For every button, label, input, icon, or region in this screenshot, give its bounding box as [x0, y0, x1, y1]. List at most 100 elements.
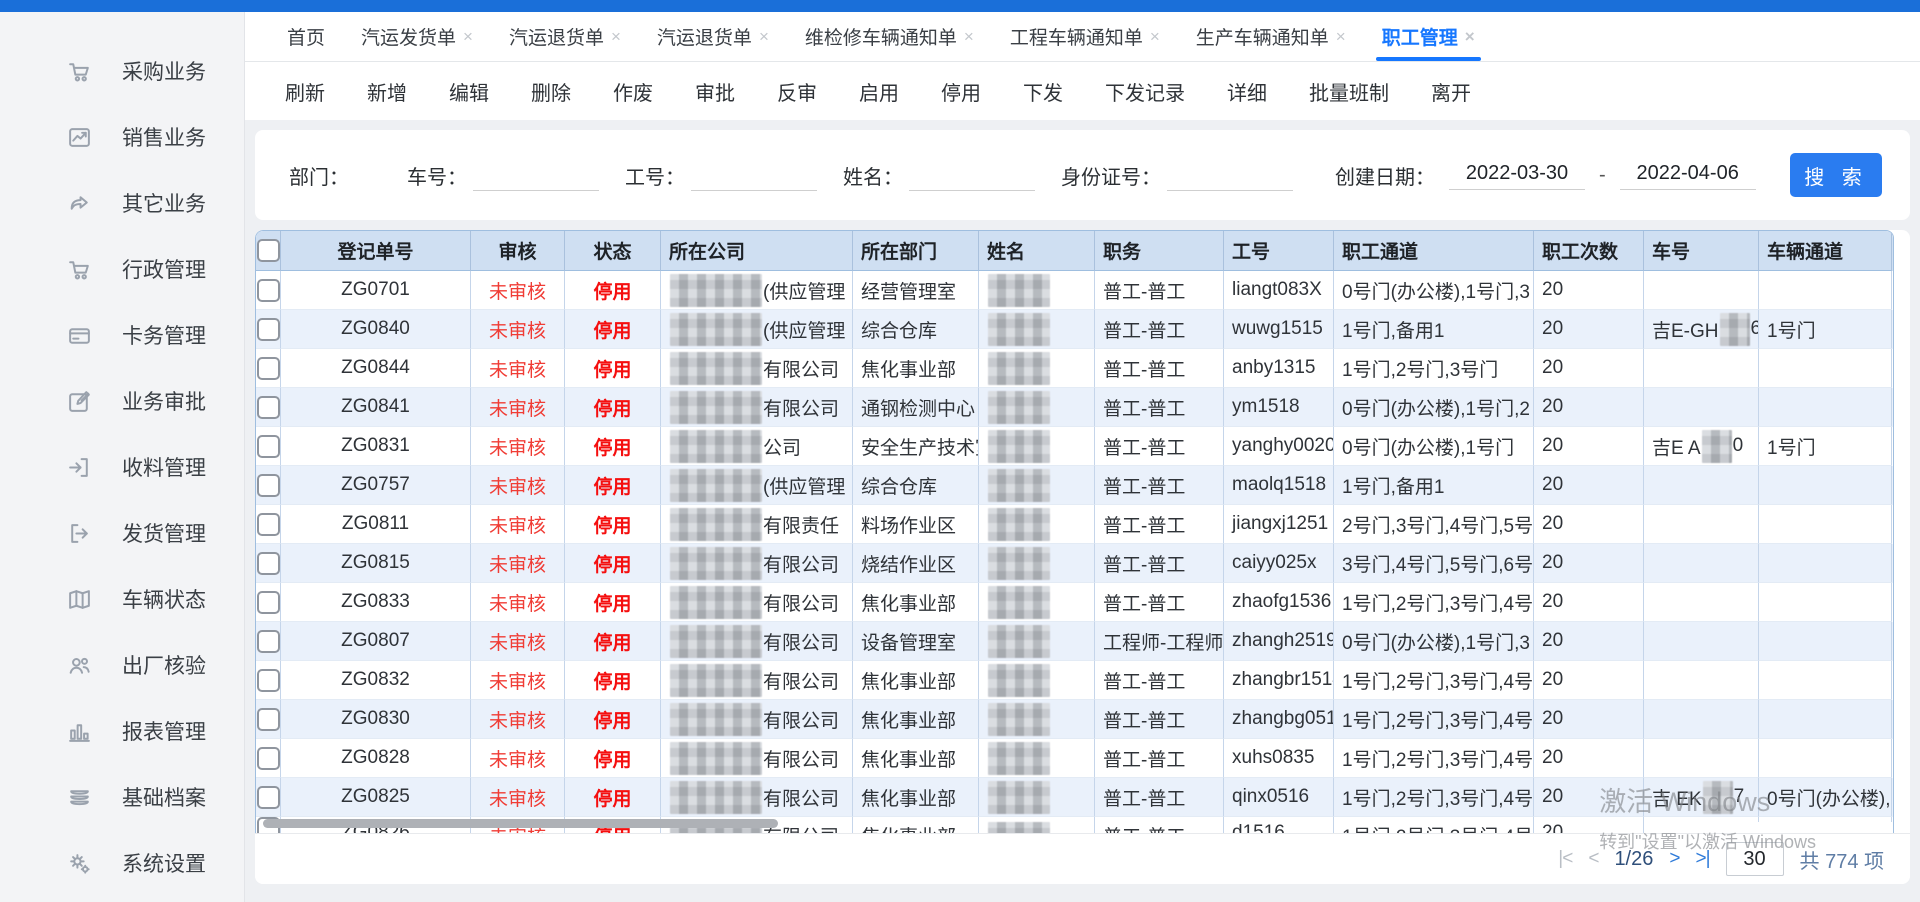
toolbar-button-8[interactable]: 启用: [859, 77, 899, 106]
tab-7[interactable]: 生产车辆通知单×: [1182, 13, 1360, 61]
redacted-content: [988, 352, 1050, 385]
redacted-content: [988, 313, 1050, 346]
trend-icon: [66, 124, 92, 150]
toolbar-button-4[interactable]: 删除: [531, 77, 571, 106]
tab-2[interactable]: 汽运发货单×: [347, 13, 487, 61]
sidebar-item-label: 报表管理: [122, 716, 206, 746]
toolbar-button-5[interactable]: 作废: [613, 77, 653, 106]
employee-table: 登记单号审核状态所在公司所在部门姓名职务工号职工通道职工次数车号车辆通道ZG07…: [255, 230, 1894, 836]
row-checkbox[interactable]: [257, 513, 280, 536]
tab-6[interactable]: 工程车辆通知单×: [996, 13, 1174, 61]
toolbar-button-7[interactable]: 反审: [777, 77, 817, 106]
sidebar-item-11[interactable]: 报表管理: [0, 698, 244, 764]
filter-field-input[interactable]: [909, 160, 1035, 191]
row-checkbox[interactable]: [257, 435, 280, 458]
sidebar-item-4[interactable]: 行政管理: [0, 236, 244, 302]
row-checkbox[interactable]: [257, 552, 280, 575]
redacted-content: [988, 703, 1050, 736]
row-checkbox[interactable]: [257, 474, 280, 497]
search-button[interactable]: 搜 索: [1790, 153, 1882, 197]
cell-workno: zhaofg1536: [1224, 583, 1334, 622]
cell-name: [979, 739, 1095, 778]
tab-3[interactable]: 汽运退货单×: [495, 13, 635, 61]
last-page-button[interactable]: >|: [1695, 848, 1709, 870]
row-checkbox[interactable]: [257, 396, 280, 419]
cell-car_channel: 1号门: [1759, 427, 1892, 466]
cell-car_channel: [1759, 817, 1892, 822]
sidebar-item-6[interactable]: 业务审批: [0, 368, 244, 434]
row-checkbox[interactable]: [257, 669, 280, 692]
sidebar-item-1[interactable]: 采购业务: [0, 38, 244, 104]
toolbar-button-10[interactable]: 下发: [1023, 77, 1063, 106]
toolbar-button-12[interactable]: 详细: [1227, 77, 1267, 106]
sidebar-item-3[interactable]: 其它业务: [0, 170, 244, 236]
sidebar-item-12[interactable]: 基础档案: [0, 764, 244, 830]
row-checkbox[interactable]: [257, 318, 280, 341]
main-area: 首页汽运发货单×汽运退货单×汽运退货单×维检修车辆通知单×工程车辆通知单×生产车…: [245, 12, 1920, 902]
filter-field-input[interactable]: [473, 160, 599, 191]
cell-audit: 未审核: [471, 622, 565, 661]
tab-close-icon[interactable]: ×: [611, 28, 621, 45]
sidebar-item-8[interactable]: 发货管理: [0, 500, 244, 566]
tab-close-icon[interactable]: ×: [1150, 28, 1160, 45]
row-checkbox[interactable]: [257, 591, 280, 614]
toolbar-button-13[interactable]: 批量班制: [1309, 77, 1389, 106]
tab-5[interactable]: 维检修车辆通知单×: [791, 13, 988, 61]
sidebar-item-label: 基础档案: [122, 782, 206, 812]
filter-field-label: 车号：: [407, 161, 467, 190]
cell-name: [979, 778, 1095, 817]
cell-carno: [1644, 739, 1759, 778]
cell-car_channel: [1759, 271, 1892, 310]
sidebar-item-7[interactable]: 收料管理: [0, 434, 244, 500]
column-header-status: 状态: [565, 231, 661, 271]
table-row: ZG0825未审核停用有限公司焦化事业部普工-普工qinx05161号门,2号门…: [256, 778, 1893, 817]
date-to-field[interactable]: 2022-04-06: [1620, 160, 1756, 190]
cell-channel: 1号门,2号门,3号门,4号: [1334, 661, 1534, 700]
cell-dept: 焦化事业部: [853, 349, 979, 388]
toolbar-button-3[interactable]: 编辑: [449, 77, 489, 106]
tab-close-icon[interactable]: ×: [964, 28, 974, 45]
tab-close-icon[interactable]: ×: [1336, 28, 1346, 45]
filter-field-input[interactable]: [691, 160, 817, 191]
tab-close-icon[interactable]: ×: [1465, 28, 1475, 45]
toolbar-button-11[interactable]: 下发记录: [1105, 77, 1185, 106]
next-page-button[interactable]: >: [1669, 848, 1679, 870]
cell-workno: yanghy0020: [1224, 427, 1334, 466]
tab-close-icon[interactable]: ×: [463, 28, 473, 45]
tab-close-icon[interactable]: ×: [759, 28, 769, 45]
toolbar-button-9[interactable]: 停用: [941, 77, 981, 106]
date-from-field[interactable]: 2022-03-30: [1449, 160, 1585, 190]
cell-car_channel: [1759, 700, 1892, 739]
row-checkbox[interactable]: [257, 357, 280, 380]
first-page-button[interactable]: |<: [1558, 848, 1572, 870]
prev-page-button[interactable]: <: [1588, 848, 1598, 870]
row-checkbox[interactable]: [257, 747, 280, 770]
table-row: ZG0840未审核停用(供应管理综合仓库普工-普工wuwg15151号门,备用1…: [256, 310, 1893, 349]
tab-8[interactable]: 职工管理×: [1368, 13, 1489, 61]
filter-field-input[interactable]: [1167, 160, 1293, 191]
cell-company: (供应管理: [661, 310, 853, 349]
toolbar-button-6[interactable]: 审批: [695, 77, 735, 106]
sidebar-item-13[interactable]: 系统设置: [0, 830, 244, 896]
tab-1[interactable]: 首页: [273, 13, 339, 61]
toolbar-button-14[interactable]: 离开: [1431, 77, 1471, 106]
toolbar-button-2[interactable]: 新增: [367, 77, 407, 106]
sidebar-item-5[interactable]: 卡务管理: [0, 302, 244, 368]
row-checkbox[interactable]: [257, 630, 280, 653]
toolbar-button-1[interactable]: 刷新: [285, 77, 325, 106]
sidebar-item-10[interactable]: 出厂核验: [0, 632, 244, 698]
row-checkbox[interactable]: [257, 279, 280, 302]
tab-4[interactable]: 汽运退货单×: [643, 13, 783, 61]
row-checkbox[interactable]: [257, 786, 280, 809]
row-checkbox[interactable]: [257, 708, 280, 731]
page-size-select[interactable]: 30: [1726, 842, 1784, 876]
cell-check: [256, 661, 281, 700]
column-header-times: 职工次数: [1534, 231, 1644, 271]
redacted-content: [670, 586, 762, 619]
select-all-checkbox[interactable]: [257, 239, 280, 262]
sidebar-item-9[interactable]: 车辆状态: [0, 566, 244, 632]
page-indicator: 1/26: [1614, 848, 1653, 871]
sidebar-item-2[interactable]: 销售业务: [0, 104, 244, 170]
cell-company: 公司: [661, 427, 853, 466]
horizontal-scrollbar-thumb[interactable]: [263, 819, 778, 828]
